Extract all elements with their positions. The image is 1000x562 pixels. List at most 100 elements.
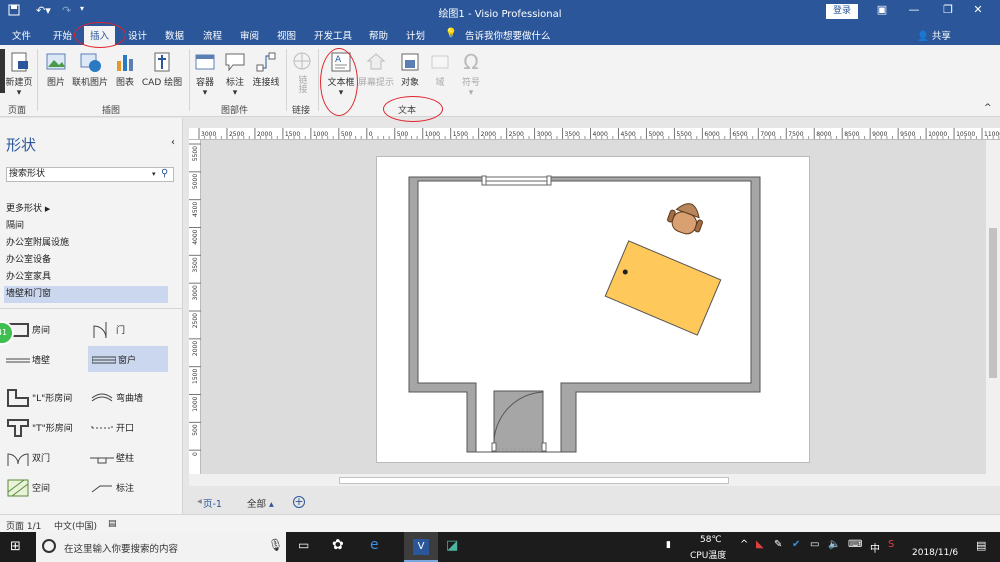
door-icon [93, 322, 107, 339]
ruler-label: 2500 [509, 131, 524, 138]
shape-window[interactable]: 窗户 [88, 346, 168, 372]
language-indicator[interactable]: 中文(中国) [54, 519, 97, 532]
keyboard-icon[interactable]: ⌨ [848, 539, 862, 550]
macro-record-icon[interactable]: ▤ [108, 519, 117, 529]
taskbar-date[interactable]: 2018/11/6 [912, 548, 958, 558]
microphone-icon[interactable]: 🎙 [268, 538, 283, 552]
windows-taskbar: ⊞ 在这里输入你要搜索的内容 🎙 ▭ ✿ e V ◪ ▮ 58℃ CPU温度 ^… [0, 532, 1000, 562]
close-icon[interactable]: ✕ [968, 3, 988, 16]
tray-pen-icon[interactable]: ✎ [774, 539, 782, 550]
page-tabs-bar: ◂ 页-1 全部 ▴ + [189, 488, 1000, 514]
screentip-button[interactable]: 屏幕提示 [356, 51, 396, 88]
chart-button[interactable]: 图表 [112, 51, 138, 88]
notification-center-icon[interactable]: ▤ [976, 539, 986, 552]
connector-button[interactable]: 连接线 [250, 51, 282, 88]
taskbar-search-box[interactable]: 在这里输入你要搜索的内容 🎙 [36, 532, 286, 562]
stencil-cubicles[interactable]: 隔间 [4, 218, 168, 235]
stencil-office-furniture[interactable]: 办公室家具 [4, 269, 168, 286]
windows-start-icon[interactable]: ⊞ [10, 539, 21, 554]
shape-opening[interactable]: 开口 [86, 414, 166, 440]
tab-plan[interactable]: 计划 [406, 28, 425, 42]
new-page-button[interactable]: 新建页 ▾ [5, 51, 33, 98]
tab-help[interactable]: 帮助 [369, 28, 388, 42]
vertical-scrollbar[interactable] [986, 140, 1000, 474]
shape-door[interactable]: 门 [86, 316, 166, 342]
tab-review[interactable]: 审阅 [240, 28, 259, 42]
tab-design[interactable]: 设计 [128, 28, 147, 42]
tab-home[interactable]: 开始 [53, 28, 72, 42]
add-page-icon[interactable]: + [293, 496, 305, 508]
shape-l-room[interactable]: "L"形房间 [2, 384, 82, 410]
shape-double-door[interactable]: 双门 [2, 444, 82, 470]
app-pinned-icon[interactable]: ◪ [446, 538, 458, 553]
tab-process[interactable]: 流程 [203, 28, 222, 42]
tab-view[interactable]: 视图 [277, 28, 296, 42]
tab-data[interactable]: 数据 [165, 28, 184, 42]
shapes-panel: 形状 ‹ 搜索形状 ▾ ⚲ 更多形状 ▶ 隔间 办公室附属设施 办公室设备 办公… [0, 118, 183, 514]
ribbon-display-icon[interactable]: ▣ [872, 3, 892, 16]
new-page-icon [11, 52, 28, 72]
shape-room[interactable]: 房间 [2, 316, 82, 342]
minimize-icon[interactable]: — [904, 3, 924, 16]
callout-icon [225, 53, 245, 72]
login-button[interactable]: 登录 [826, 4, 858, 19]
container-button[interactable]: 容器 ▾ [192, 51, 218, 98]
shape-search-input[interactable]: 搜索形状 ▾ ⚲ [6, 167, 174, 182]
object-button[interactable]: 对象 [398, 51, 422, 88]
all-pages-button[interactable]: 全部 ▴ [247, 496, 274, 510]
callout-button[interactable]: 标注 ▾ [222, 51, 248, 98]
link-button[interactable]: 链接 [290, 51, 314, 96]
tab-file[interactable]: 文件 [12, 28, 31, 42]
tell-me-search[interactable]: 告诉我你想要做什么 [465, 28, 551, 42]
page-indicator[interactable]: 页面 1/1 [6, 519, 41, 532]
shape-t-room[interactable]: "T"形房间 [2, 414, 82, 440]
desk-shape[interactable] [604, 240, 722, 336]
stencil-walls-doors-windows[interactable]: 墙壁和门窗 [4, 286, 168, 303]
scrollbar-thumb[interactable] [339, 477, 729, 484]
edge-browser-icon[interactable]: e [370, 537, 379, 553]
shape-space[interactable]: 空间 [2, 474, 82, 500]
shape-pilaster[interactable]: 壁柱 [86, 444, 166, 470]
horizontal-scrollbar[interactable] [189, 474, 1000, 486]
tray-app-icon[interactable]: ◣ [756, 539, 764, 550]
symbol-button[interactable]: Ω 符号 ▾ [458, 51, 484, 98]
search-icon[interactable]: ⚲ [161, 167, 168, 180]
share-button[interactable]: 👤 共享 [917, 28, 951, 42]
page-nav-left-icon[interactable]: ◂ [197, 496, 202, 507]
opening-icon [91, 426, 113, 430]
picture-icon [46, 53, 66, 70]
chair-shape[interactable] [665, 198, 707, 238]
stencil-office-equipment[interactable]: 办公室设备 [4, 252, 168, 269]
field-button[interactable]: 域 [428, 51, 452, 88]
collapse-ribbon-icon[interactable]: ^ [984, 103, 992, 113]
maximize-icon[interactable]: ❐ [938, 3, 958, 16]
online-picture-icon [80, 53, 101, 72]
online-picture-button[interactable]: 联机图片 [71, 51, 109, 88]
pinwheel-app-icon[interactable]: ✿ [332, 537, 344, 553]
sogou-icon[interactable]: S [888, 539, 894, 550]
shape-curved-wall[interactable]: 弯曲墙 [86, 384, 166, 410]
ruler-label: 3000 [537, 131, 552, 138]
page-tab[interactable]: 页-1 [203, 496, 222, 510]
shape-wall[interactable]: 墙壁 [2, 346, 82, 372]
ruler-label: 4000 [192, 229, 199, 244]
picture-button[interactable]: 图片 [43, 51, 69, 88]
window-shape[interactable] [481, 175, 552, 186]
cad-drawing-button[interactable]: CAD 绘图 [140, 51, 184, 88]
more-shapes[interactable]: 更多形状 ▶ [4, 201, 168, 218]
group-separator [318, 49, 319, 111]
drawing-page[interactable] [376, 156, 810, 463]
volume-icon[interactable]: 🔈 [828, 539, 840, 550]
scrollbar-thumb[interactable] [989, 228, 997, 378]
tab-developer[interactable]: 开发工具 [314, 28, 352, 42]
tray-check-icon[interactable]: ✔ [792, 539, 800, 550]
ime-indicator[interactable]: 中 [870, 540, 880, 555]
shape-callout[interactable]: 标注 [86, 474, 166, 500]
stencil-office-accessories[interactable]: 办公室附属设施 [4, 235, 168, 252]
task-view-icon[interactable]: ▭ [298, 538, 309, 552]
visio-taskbar-button[interactable]: V [404, 532, 438, 562]
tray-expand-icon[interactable]: ^ [740, 539, 748, 550]
dropdown-icon[interactable]: ▾ [152, 168, 156, 181]
network-icon[interactable]: ▭ [810, 539, 819, 550]
collapse-panel-icon[interactable]: ‹ [171, 137, 175, 148]
